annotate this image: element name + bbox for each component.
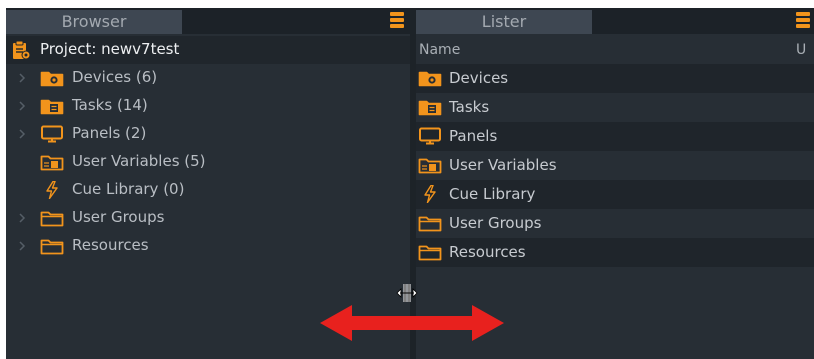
lightning-icon: [418, 185, 442, 203]
lister-column-header: Name U: [416, 38, 814, 64]
list-item-label: User Variables: [449, 156, 557, 174]
project-root-label: Project: newv7test: [40, 40, 180, 58]
list-item-user-groups[interactable]: User Groups: [416, 209, 814, 238]
tree-item-label: Devices (6): [72, 68, 158, 86]
folder-variables-icon: [40, 153, 64, 171]
tree-item-label: Resources: [72, 236, 149, 254]
tree-item-user-variables[interactable]: User Variables (5): [6, 148, 410, 176]
monitor-icon: [418, 127, 442, 145]
list-item-user-variables[interactable]: User Variables: [416, 151, 814, 180]
list-item-devices[interactable]: Devices: [416, 64, 814, 93]
resize-cursor-icon: [396, 284, 418, 302]
folder-icon: [40, 237, 64, 255]
tree-item-tasks[interactable]: Tasks (14): [6, 92, 410, 120]
list-item-label: Tasks: [449, 98, 490, 116]
list-item-label: Resources: [449, 243, 526, 261]
list-item-label: Cue Library: [449, 185, 536, 203]
column-header-u[interactable]: U: [796, 42, 806, 58]
tree-item-user-groups[interactable]: User Groups: [6, 204, 410, 232]
tree-item-label: Panels (2): [72, 124, 147, 142]
folder-task-icon: [418, 98, 442, 116]
tab-browser[interactable]: Browser: [6, 10, 182, 34]
tree-item-label: Cue Library (0): [72, 180, 185, 198]
monitor-icon: [40, 125, 64, 143]
tree-item-panels[interactable]: Panels (2): [6, 120, 410, 148]
list-item-label: Devices: [449, 69, 509, 87]
chevron-right-icon[interactable]: [16, 128, 28, 140]
list-item-label: Panels: [449, 127, 498, 145]
list-item-cue-library[interactable]: Cue Library: [416, 180, 814, 209]
column-header-name[interactable]: Name: [419, 42, 460, 58]
tree-item-label: Tasks (14): [72, 96, 148, 114]
tree-item-label: User Groups: [72, 208, 165, 226]
tree-item-resources[interactable]: Resources: [6, 232, 410, 260]
tree-item-label: User Variables (5): [72, 152, 206, 170]
folder-gear-icon: [418, 69, 442, 87]
chevron-right-icon[interactable]: [16, 212, 28, 224]
folder-icon: [418, 243, 442, 261]
browser-tabbar: Browser: [6, 8, 410, 34]
project-clipboard-icon: [13, 40, 31, 60]
list-item-label: User Groups: [449, 214, 542, 232]
tree-item-cue-library[interactable]: Cue Library (0): [6, 176, 410, 204]
tab-lister[interactable]: Lister: [416, 10, 592, 34]
lister-menu-icon[interactable]: [796, 12, 810, 30]
lister-tabbar: Lister: [416, 8, 814, 34]
folder-variables-icon: [418, 156, 442, 174]
list-item-tasks[interactable]: Tasks: [416, 93, 814, 122]
list-item-panels[interactable]: Panels: [416, 122, 814, 151]
folder-icon: [418, 214, 442, 232]
project-root-row[interactable]: Project: newv7test: [6, 36, 410, 64]
browser-menu-icon[interactable]: [390, 12, 404, 30]
chevron-right-icon[interactable]: [16, 240, 28, 252]
folder-task-icon: [40, 97, 64, 115]
folder-icon: [40, 209, 64, 227]
chevron-right-icon[interactable]: [16, 72, 28, 84]
double-arrow-icon: [320, 305, 504, 341]
lightning-icon: [40, 181, 64, 199]
folder-gear-icon: [40, 69, 64, 87]
chevron-right-icon[interactable]: [16, 100, 28, 112]
list-item-resources[interactable]: Resources: [416, 238, 814, 267]
tree-item-devices[interactable]: Devices (6): [6, 64, 410, 92]
